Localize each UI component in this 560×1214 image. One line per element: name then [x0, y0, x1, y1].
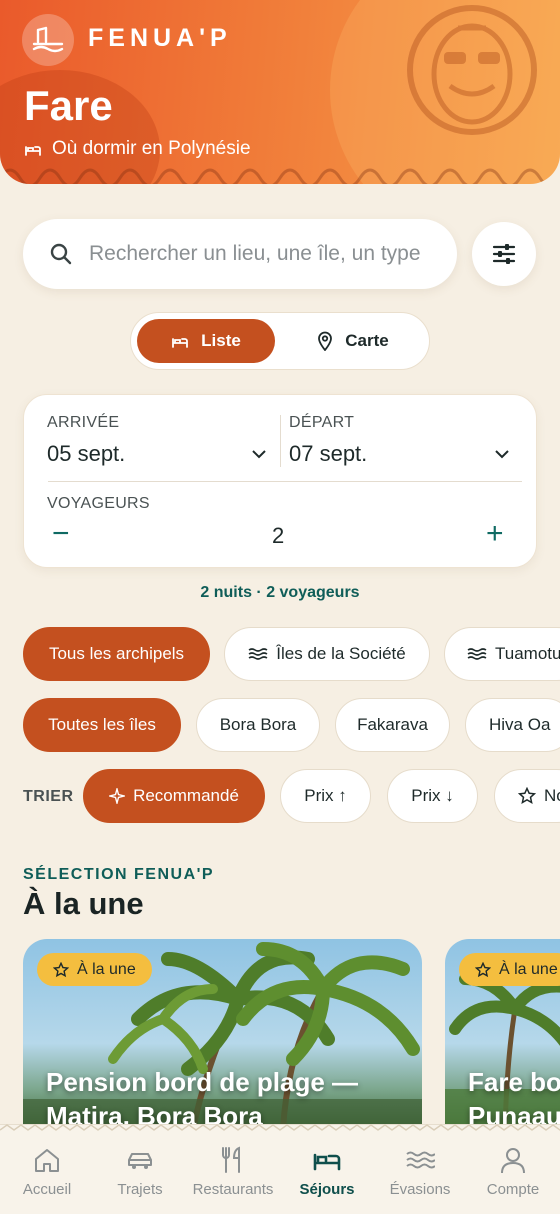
- chip-island-hiva-oa[interactable]: Hiva Oa: [465, 698, 560, 752]
- star-icon: [53, 961, 69, 977]
- star-icon: [475, 961, 491, 977]
- chip-label: Tuamotu: [495, 644, 560, 663]
- nav-home[interactable]: Accueil: [0, 1145, 94, 1198]
- travelers-count: 2: [272, 523, 285, 548]
- island-filter: Toutes les îles Bora Bora Fakarava Hiva …: [0, 698, 560, 754]
- nav-zigzag-border: [0, 1124, 560, 1131]
- chip-island-fakarava[interactable]: Fakarava: [335, 698, 450, 752]
- increase-travelers-button[interactable]: +: [486, 519, 504, 549]
- filter-button[interactable]: [472, 222, 536, 286]
- page-subtitle-text: Où dormir en Polynésie: [52, 138, 251, 159]
- chip-island-all[interactable]: Toutes les îles: [23, 698, 181, 752]
- sort-rating[interactable]: No: [494, 769, 560, 823]
- star-icon: [518, 787, 536, 804]
- sort-price-desc[interactable]: Prix ↓: [387, 769, 478, 823]
- departure-value[interactable]: 07 sept.: [289, 441, 367, 467]
- departure-label: DÉPART: [289, 414, 355, 431]
- brand-name: FENUA'P: [88, 24, 232, 52]
- toggle-map[interactable]: Carte: [281, 319, 425, 363]
- travelers-label: VOYAGEURS: [47, 495, 150, 512]
- chip-label: Toutes les îles: [48, 715, 156, 734]
- nav-label: Compte: [486, 1181, 540, 1198]
- bed-icon: [25, 146, 41, 156]
- bottom-nav: Accueil Trajets Restaurants Séjours Évas…: [0, 1124, 560, 1214]
- bed-icon: [172, 338, 189, 348]
- bed-icon: [313, 1153, 341, 1171]
- nav-trips[interactable]: Trajets: [93, 1145, 187, 1198]
- view-toggle: Liste Carte: [130, 312, 430, 370]
- header-banner: FENUA'P Fare Où dormir en Polynésie: [0, 0, 560, 184]
- toggle-list-label: Liste: [201, 331, 241, 350]
- toggle-map-label: Carte: [345, 331, 389, 350]
- chip-island-bora-bora[interactable]: Bora Bora: [196, 698, 320, 752]
- archipelago-filter: Tous les archipels Îles de la Société Tu…: [0, 627, 560, 683]
- chip-archipel-tuamotu[interactable]: Tuamotu: [444, 627, 560, 681]
- page-title: Fare: [24, 82, 113, 129]
- map-pin-icon: [318, 331, 333, 351]
- waves-icon: [248, 648, 268, 660]
- featured-badge: À la une: [459, 953, 560, 986]
- section-title: À la une: [23, 886, 144, 921]
- featured-card[interactable]: À la une Pension bord de plage — Matira,…: [23, 939, 422, 1129]
- nav-escapes[interactable]: Évasions: [373, 1145, 467, 1198]
- nav-label: Trajets: [117, 1181, 163, 1198]
- car-icon: [128, 1153, 152, 1169]
- page-subtitle: Où dormir en Polynésie: [24, 138, 251, 160]
- waves-icon: [406, 1151, 435, 1169]
- decrease-travelers-button[interactable]: −: [52, 519, 70, 549]
- sliders-icon: [492, 244, 516, 264]
- utensils-icon: [222, 1146, 240, 1173]
- boat-logo-icon: [32, 26, 64, 53]
- chip-label: No: [544, 786, 560, 805]
- sort-price-asc[interactable]: Prix ↑: [280, 769, 371, 823]
- home-icon: [35, 1149, 59, 1172]
- featured-badge: À la une: [37, 953, 152, 986]
- chevron-down-icon[interactable]: [494, 449, 510, 459]
- chip-label: Prix ↑: [304, 786, 347, 805]
- brand-logo[interactable]: [22, 14, 74, 66]
- nav-stays[interactable]: Séjours: [280, 1145, 374, 1198]
- chip-archipel-all[interactable]: Tous les archipels: [23, 627, 210, 681]
- featured-card[interactable]: À la une Fare bo Punaau: [445, 939, 560, 1129]
- tiki-mask-icon: [407, 5, 537, 135]
- booking-divider: [48, 481, 522, 482]
- toggle-list[interactable]: Liste: [137, 319, 275, 363]
- nav-label: Évasions: [389, 1181, 451, 1198]
- card-title-line: Fare bo: [468, 1067, 560, 1097]
- card-title-line: Pension bord de plage —: [46, 1067, 359, 1097]
- nav-label: Restaurants: [192, 1181, 274, 1198]
- header-pattern: [0, 168, 560, 184]
- chip-label: Recommandé: [133, 786, 239, 805]
- sparkle-icon: [109, 788, 126, 804]
- sort-recommended[interactable]: Recommandé: [83, 769, 265, 823]
- chip-label: Hiva Oa: [489, 715, 551, 734]
- arrival-label: ARRIVÉE: [47, 414, 120, 431]
- badge-label: À la une: [77, 960, 136, 978]
- chip-label: Îles de la Société: [276, 644, 406, 663]
- chevron-down-icon[interactable]: [251, 449, 267, 459]
- card-title: Fare bo Punaau: [468, 1065, 560, 1129]
- date-divider: [280, 415, 281, 467]
- search-input[interactable]: Rechercher un lieu, une île, un type: [23, 219, 457, 289]
- chip-label: Fakarava: [357, 715, 428, 734]
- search-placeholder: Rechercher un lieu, une île, un type: [89, 242, 421, 265]
- card-title: Pension bord de plage — Matira, Bora Bor…: [46, 1065, 358, 1129]
- stay-summary: 2 nuits · 2 voyageurs: [200, 584, 360, 601]
- badge-label: À la une: [499, 960, 558, 978]
- search-icon: [50, 243, 72, 265]
- user-icon: [501, 1148, 525, 1174]
- sort-options: Recommandé Prix ↑ Prix ↓ No: [0, 769, 560, 825]
- arrival-value[interactable]: 05 sept.: [47, 441, 125, 467]
- waves-icon: [467, 648, 487, 660]
- chip-label: Prix ↓: [411, 786, 454, 805]
- nav-label: Séjours: [299, 1181, 355, 1198]
- nav-account[interactable]: Compte: [466, 1145, 560, 1198]
- nav-label: Accueil: [22, 1181, 72, 1198]
- nav-restaurants[interactable]: Restaurants: [186, 1145, 280, 1198]
- chip-archipel-societe[interactable]: Îles de la Société: [224, 627, 430, 681]
- section-kicker: SÉLECTION FENUA'P: [23, 866, 215, 883]
- chip-label: Tous les archipels: [48, 644, 185, 663]
- booking-card: ARRIVÉE 05 sept. DÉPART 07 sept. VOYAGEU…: [23, 394, 537, 568]
- chip-label: Bora Bora: [219, 715, 297, 734]
